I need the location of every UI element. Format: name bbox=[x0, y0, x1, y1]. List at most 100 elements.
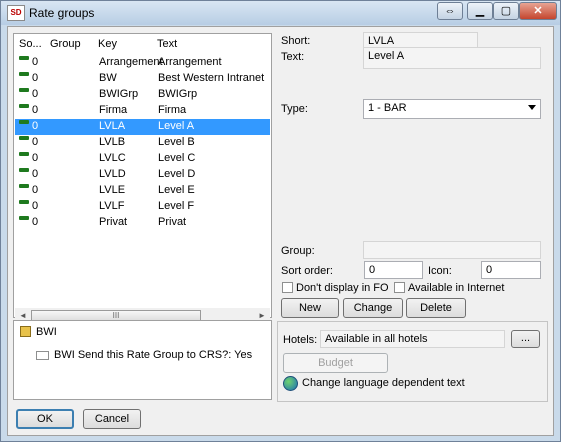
table-row[interactable]: 0 LVLD Level D bbox=[15, 167, 270, 183]
flag-icon bbox=[19, 168, 29, 172]
cell-so: 0 bbox=[32, 104, 39, 116]
cell-key: LVLE bbox=[99, 184, 126, 196]
cell-key: Arrangement bbox=[99, 56, 163, 68]
list-header: So... Group Key Text bbox=[14, 34, 271, 54]
title-bar[interactable]: SD Rate groups ⇔ ▁ ▢ ✕ bbox=[1, 1, 560, 25]
budget-button: Budget bbox=[283, 353, 388, 373]
cell-key: LVLB bbox=[99, 136, 126, 148]
new-button[interactable]: New bbox=[281, 298, 339, 318]
hotels-panel: Hotels: Available in all hotels ... Budg… bbox=[277, 321, 548, 402]
table-row[interactable]: 0 LVLB Level B bbox=[15, 135, 270, 151]
bwi-title: BWI bbox=[36, 326, 57, 338]
available-internet-label: Available in Internet bbox=[408, 282, 505, 294]
table-row[interactable]: 0 BW Best Western Intranet bbox=[15, 71, 270, 87]
cell-so: 0 bbox=[32, 168, 39, 180]
cell-text: Level F bbox=[158, 200, 195, 212]
column-header-key[interactable]: Key bbox=[98, 38, 117, 50]
cell-key: BW bbox=[99, 72, 117, 84]
cell-text: Arrangement bbox=[158, 56, 222, 68]
short-label: Short: bbox=[281, 35, 311, 47]
hotels-browse-button[interactable]: ... bbox=[511, 330, 540, 348]
table-row[interactable]: 0 LVLE Level E bbox=[15, 183, 270, 199]
type-label: Type: bbox=[281, 103, 308, 115]
sort-order-field[interactable]: 0 bbox=[364, 261, 423, 279]
table-row[interactable]: 0 Privat Privat bbox=[15, 215, 270, 231]
delete-button[interactable]: Delete bbox=[406, 298, 466, 318]
ok-button[interactable]: OK bbox=[16, 409, 74, 429]
cell-text: Best Western Intranet bbox=[158, 72, 265, 84]
hotels-label: Hotels: bbox=[283, 334, 318, 346]
cell-text: Level A bbox=[158, 120, 195, 132]
text-label: Text: bbox=[281, 51, 305, 63]
rate-group-list[interactable]: So... Group Key Text 0 Arrangement Arrange… bbox=[13, 33, 272, 324]
dont-display-fo-label: Don't display in FO bbox=[296, 282, 389, 294]
table-row[interactable]: 0 BWIGrp BWIGrp bbox=[15, 87, 270, 103]
maximize-button[interactable]: ▢ bbox=[493, 2, 519, 20]
cell-key: BWIGrp bbox=[99, 88, 139, 100]
cell-so: 0 bbox=[32, 56, 39, 68]
group-label: Group: bbox=[281, 245, 315, 257]
hotels-field[interactable]: Available in all hotels bbox=[320, 330, 505, 348]
cell-text: Level E bbox=[158, 184, 195, 196]
minimize-button[interactable]: ▁ bbox=[467, 2, 493, 20]
cell-so: 0 bbox=[32, 72, 39, 84]
flag-icon bbox=[19, 120, 29, 124]
column-header-group[interactable]: Group bbox=[50, 38, 81, 50]
bwi-send-label: BWI Send this Rate Group to CRS?: Yes bbox=[54, 349, 253, 361]
close-button[interactable]: ✕ bbox=[519, 2, 557, 20]
chevron-down-icon[interactable] bbox=[528, 105, 536, 110]
text-field[interactable]: Level A bbox=[363, 47, 541, 69]
cell-so: 0 bbox=[32, 216, 39, 228]
type-select-value: 1 - BAR bbox=[368, 102, 407, 114]
cell-key: LVLF bbox=[99, 200, 125, 212]
sort-order-label: Sort order: bbox=[281, 265, 333, 277]
table-row[interactable]: 0 Arrangement Arrangement bbox=[15, 55, 270, 71]
cell-so: 0 bbox=[32, 88, 39, 100]
cell-so: 0 bbox=[32, 152, 39, 164]
flag-icon bbox=[19, 136, 29, 140]
table-row[interactable]: 0 LVLA Level A bbox=[15, 119, 270, 135]
dont-display-fo-checkbox[interactable] bbox=[282, 282, 293, 293]
cell-text: Level D bbox=[158, 168, 196, 180]
group-field[interactable] bbox=[363, 241, 541, 259]
flag-icon bbox=[19, 88, 29, 92]
column-header-sort[interactable]: So... bbox=[19, 38, 42, 50]
cell-text: Firma bbox=[158, 104, 187, 116]
cell-so: 0 bbox=[32, 200, 39, 212]
cell-key: LVLD bbox=[99, 168, 126, 180]
bwi-send-checkbox[interactable] bbox=[36, 351, 49, 360]
app-icon: SD bbox=[7, 5, 25, 21]
resize-icon[interactable]: ⇔ bbox=[437, 2, 463, 20]
icon-field[interactable]: 0 bbox=[481, 261, 541, 279]
table-row[interactable]: 0 LVLF Level F bbox=[15, 199, 270, 215]
bwi-panel: BWI BWI Send this Rate Group to CRS?: Ye… bbox=[13, 320, 272, 400]
rate-groups-window: SD Rate groups ⇔ ▁ ▢ ✕ So... Group Key T… bbox=[0, 0, 561, 442]
flag-icon bbox=[19, 104, 29, 108]
globe-icon[interactable] bbox=[283, 376, 298, 391]
flag-icon bbox=[19, 152, 29, 156]
table-row[interactable]: 0 LVLC Level C bbox=[15, 151, 270, 167]
cell-text: Level B bbox=[158, 136, 195, 148]
column-header-text[interactable]: Text bbox=[157, 38, 177, 50]
cancel-button[interactable]: Cancel bbox=[83, 409, 141, 429]
cell-text: BWIGrp bbox=[158, 88, 198, 100]
cell-key: Privat bbox=[99, 216, 128, 228]
flag-icon bbox=[19, 56, 29, 60]
table-row[interactable]: 0 Firma Firma bbox=[15, 103, 270, 119]
cube-icon bbox=[20, 326, 31, 337]
window-title: Rate groups bbox=[29, 6, 95, 20]
type-select[interactable]: 1 - BAR bbox=[363, 99, 541, 119]
dialog-body: So... Group Key Text 0 Arrangement Arrange… bbox=[7, 26, 554, 436]
change-button[interactable]: Change bbox=[343, 298, 403, 318]
cell-so: 0 bbox=[32, 136, 39, 148]
flag-icon bbox=[19, 72, 29, 76]
flag-icon bbox=[19, 184, 29, 188]
available-internet-checkbox[interactable] bbox=[394, 282, 405, 293]
flag-icon bbox=[19, 216, 29, 220]
cell-so: 0 bbox=[32, 184, 39, 196]
flag-icon bbox=[19, 200, 29, 204]
icon-label: Icon: bbox=[428, 265, 452, 277]
change-language-text[interactable]: Change language dependent text bbox=[302, 377, 465, 389]
cell-text: Level C bbox=[158, 152, 196, 164]
cell-key: Firma bbox=[99, 104, 128, 116]
